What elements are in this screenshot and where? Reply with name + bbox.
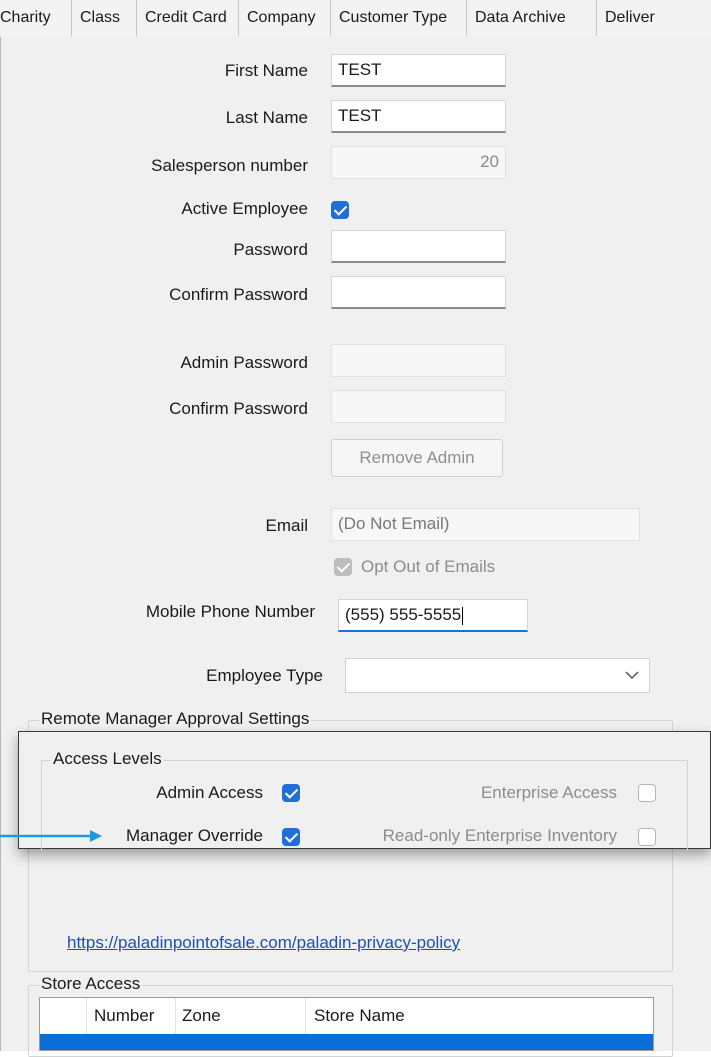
last-name-label: Last Name <box>225 108 308 127</box>
tab-credit-card[interactable]: Credit Card <box>137 0 239 36</box>
manager-override-checkbox[interactable] <box>282 828 300 846</box>
confirm-password-label: Confirm Password <box>169 285 308 304</box>
tab-delivery[interactable]: Deliver <box>597 0 711 36</box>
employee-type-dropdown[interactable] <box>345 658 650 693</box>
opt-out-emails-checkbox <box>334 558 352 576</box>
tab-class[interactable]: Class <box>72 0 137 36</box>
password-field[interactable] <box>331 230 506 263</box>
admin-access-label: Admin Access <box>156 783 263 802</box>
mobile-phone-field[interactable]: (555) 555-5555 <box>338 599 528 632</box>
salesperson-number-label: Salesperson number <box>151 156 308 175</box>
tab-bar: Charity Class Credit Card Company Custom… <box>0 0 711 38</box>
employee-form-panel: First Name TEST Last Name TEST Salespers… <box>0 37 711 1057</box>
access-levels-callout: Access Levels Admin Access Manager Overr… <box>18 731 711 851</box>
store-access-title: Store Access <box>39 974 143 994</box>
arrow-icon <box>0 830 102 842</box>
table-row[interactable] <box>40 1034 653 1050</box>
readonly-enterprise-checkbox[interactable] <box>638 828 656 846</box>
tab-company[interactable]: Company <box>239 0 331 36</box>
salesperson-number-field: 20 <box>331 146 506 179</box>
admin-password-field <box>331 344 506 377</box>
column-number[interactable]: Number <box>94 1006 154 1026</box>
access-levels-title: Access Levels <box>51 749 164 769</box>
email-label: Email <box>265 516 308 535</box>
select-column-header <box>40 998 87 1034</box>
enterprise-access-label: Enterprise Access <box>480 783 617 802</box>
column-store-name[interactable]: Store Name <box>314 1006 405 1026</box>
column-zone[interactable]: Zone <box>182 1006 221 1026</box>
admin-password-label: Admin Password <box>180 353 308 372</box>
admin-confirm-password-label: Confirm Password <box>169 399 308 418</box>
privacy-policy-link[interactable]: https://paladinpointofsale.com/paladin-p… <box>67 933 460 953</box>
tab-customer-type[interactable]: Customer Type <box>331 0 467 36</box>
column-divider <box>305 998 306 1034</box>
store-access-table: Number Zone Store Name <box>39 997 654 1051</box>
enterprise-access-checkbox[interactable] <box>638 784 656 802</box>
first-name-label: First Name <box>224 61 308 80</box>
text-cursor <box>462 606 464 625</box>
admin-access-checkbox[interactable] <box>282 784 300 802</box>
admin-confirm-password-field <box>331 390 506 423</box>
tab-data-archive[interactable]: Data Archive <box>467 0 597 36</box>
remove-admin-button[interactable]: Remove Admin <box>331 439 503 477</box>
column-divider <box>175 998 176 1034</box>
password-label: Password <box>233 240 308 259</box>
store-access-header: Number Zone Store Name <box>40 998 653 1035</box>
chevron-down-icon <box>625 671 639 680</box>
readonly-enterprise-label: Read-only Enterprise Inventory <box>382 826 617 845</box>
tab-charity[interactable]: Charity <box>0 0 72 36</box>
remote-manager-group-title: Remote Manager Approval Settings <box>39 709 312 729</box>
opt-out-emails-label: Opt Out of Emails <box>361 557 496 576</box>
mobile-phone-value: (555) 555-5555 <box>345 605 462 624</box>
email-field: (Do Not Email) <box>331 508 640 541</box>
active-employee-checkbox[interactable] <box>331 201 349 219</box>
mobile-phone-label: Mobile Phone Number <box>145 602 315 621</box>
last-name-field[interactable]: TEST <box>331 100 506 133</box>
confirm-password-field[interactable] <box>331 276 506 309</box>
employee-type-label: Employee Type <box>206 666 323 685</box>
first-name-field[interactable]: TEST <box>331 54 506 87</box>
active-employee-label: Active Employee <box>181 199 308 218</box>
